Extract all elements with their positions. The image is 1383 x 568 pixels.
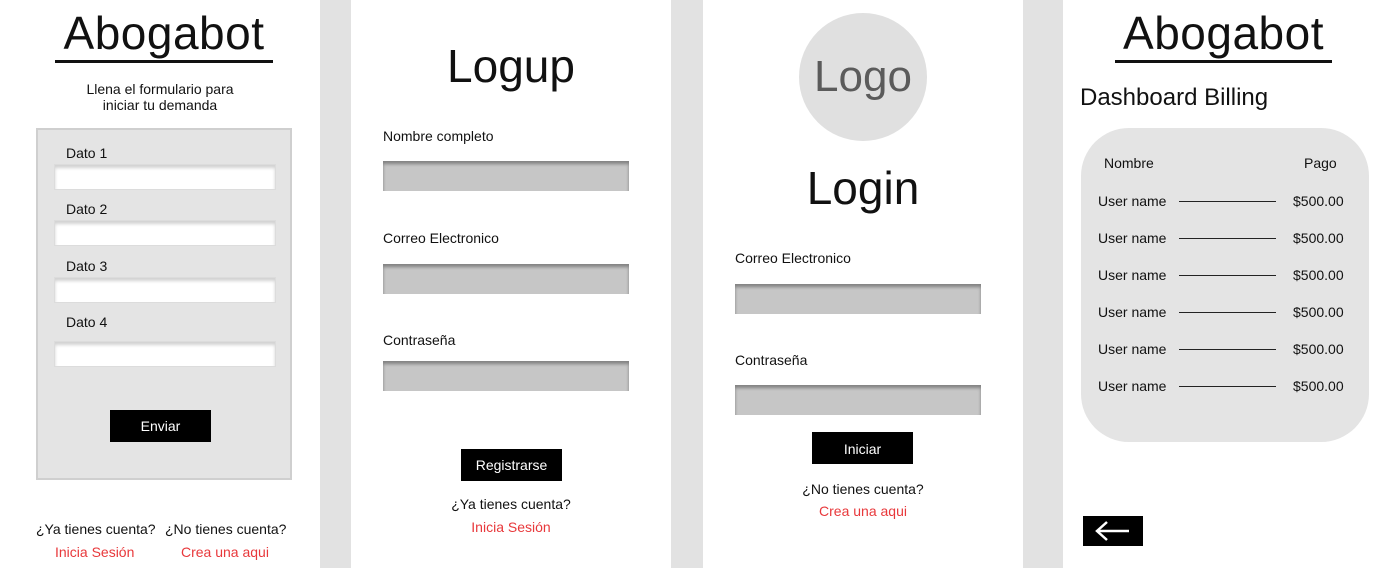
no-account-text: ¿No tienes cuenta?	[802, 481, 924, 497]
login-screen: Logo Login Correo Electronico Contraseña…	[703, 0, 1023, 568]
row-divider	[1179, 349, 1276, 350]
dato-4-input[interactable]	[54, 341, 276, 367]
signup-link[interactable]: Crea una aqui	[703, 503, 1023, 519]
field-label-nombre: Nombre completo	[383, 128, 494, 144]
field-label-correo: Correo Electronico	[383, 230, 499, 246]
nombre-input[interactable]	[383, 161, 629, 191]
have-account-text: ¿Ya tienes cuenta?	[36, 521, 156, 537]
row-amount: $500.00	[1293, 378, 1344, 394]
field-label-dato-3: Dato 3	[66, 258, 108, 274]
row-user-name: User name	[1098, 341, 1167, 357]
field-label-correo: Correo Electronico	[735, 250, 851, 266]
field-label-dato-1: Dato 1	[66, 145, 108, 161]
dato-2-input[interactable]	[54, 220, 276, 246]
row-user-name: User name	[1098, 304, 1167, 320]
table-row: User name $500.00	[1081, 378, 1369, 398]
back-button[interactable]	[1083, 516, 1143, 546]
page-title: Dashboard Billing	[1080, 84, 1269, 111]
row-amount: $500.00	[1293, 267, 1344, 283]
row-user-name: User name	[1098, 230, 1167, 246]
brand-title: Abogabot	[63, 7, 265, 59]
brand-underline	[55, 60, 273, 63]
registrarse-button[interactable]: Registrarse	[461, 449, 562, 481]
table-row: User name $500.00	[1081, 304, 1369, 324]
brand-underline	[1115, 60, 1332, 63]
table-row: User name $500.00	[1081, 341, 1369, 361]
row-user-name: User name	[1098, 267, 1167, 283]
signup-link[interactable]: Crea una aqui	[181, 544, 269, 560]
logo-placeholder: Logo	[799, 13, 927, 141]
row-divider	[1179, 201, 1276, 202]
billing-table: Nombre Pago User name $500.00 User name …	[1081, 128, 1369, 442]
form-subtitle-line1: Llena el formulario para	[86, 81, 234, 97]
column-header-name: Nombre	[1104, 155, 1154, 171]
row-divider	[1179, 275, 1276, 276]
arrow-left-icon	[1095, 521, 1129, 541]
email-input[interactable]	[383, 264, 629, 294]
row-user-name: User name	[1098, 193, 1167, 209]
have-account-text: ¿Ya tienes cuenta?	[451, 496, 571, 512]
brand-title: Abogabot	[1123, 7, 1324, 59]
field-label-password: Contraseña	[735, 352, 808, 368]
row-divider	[1179, 386, 1276, 387]
row-amount: $500.00	[1293, 230, 1344, 246]
row-amount: $500.00	[1293, 193, 1344, 209]
form-subtitle: Llena el formulario para iniciar tu dema…	[60, 81, 260, 113]
field-label-dato-2: Dato 2	[66, 201, 108, 217]
dato-3-input[interactable]	[54, 277, 276, 303]
form-box: Dato 1 Dato 2 Dato 3 Dato 4 Enviar	[36, 128, 292, 480]
billing-screen: Abogabot Dashboard Billing Nombre Pago U…	[1063, 0, 1383, 568]
row-user-name: User name	[1098, 378, 1167, 394]
form-subtitle-line2: iniciar tu demanda	[102, 97, 218, 113]
table-row: User name $500.00	[1081, 267, 1369, 287]
table-row: User name $500.00	[1081, 230, 1369, 250]
iniciar-button[interactable]: Iniciar	[812, 432, 913, 464]
row-amount: $500.00	[1293, 341, 1344, 357]
field-label-dato-4: Dato 4	[66, 314, 108, 330]
table-row: User name $500.00	[1081, 193, 1369, 213]
dato-1-input[interactable]	[54, 164, 276, 190]
column-header-payment: Pago	[1304, 155, 1337, 171]
password-input[interactable]	[735, 385, 981, 415]
signup-screen: Logup Nombre completo Correo Electronico…	[351, 0, 671, 568]
row-amount: $500.00	[1293, 304, 1344, 320]
field-label-password: Contraseña	[383, 332, 456, 348]
no-account-text: ¿No tienes cuenta?	[165, 521, 287, 537]
row-divider	[1179, 238, 1276, 239]
form-screen: Abogabot Llena el formulario para inicia…	[0, 0, 320, 568]
login-link[interactable]: Inicia Sesión	[55, 544, 134, 560]
row-divider	[1179, 312, 1276, 313]
signup-title: Logup	[447, 40, 575, 92]
login-link[interactable]: Inicia Sesión	[351, 519, 671, 535]
enviar-button[interactable]: Enviar	[110, 410, 211, 442]
login-title: Login	[806, 162, 920, 214]
email-input[interactable]	[735, 284, 981, 314]
password-input[interactable]	[383, 361, 629, 391]
